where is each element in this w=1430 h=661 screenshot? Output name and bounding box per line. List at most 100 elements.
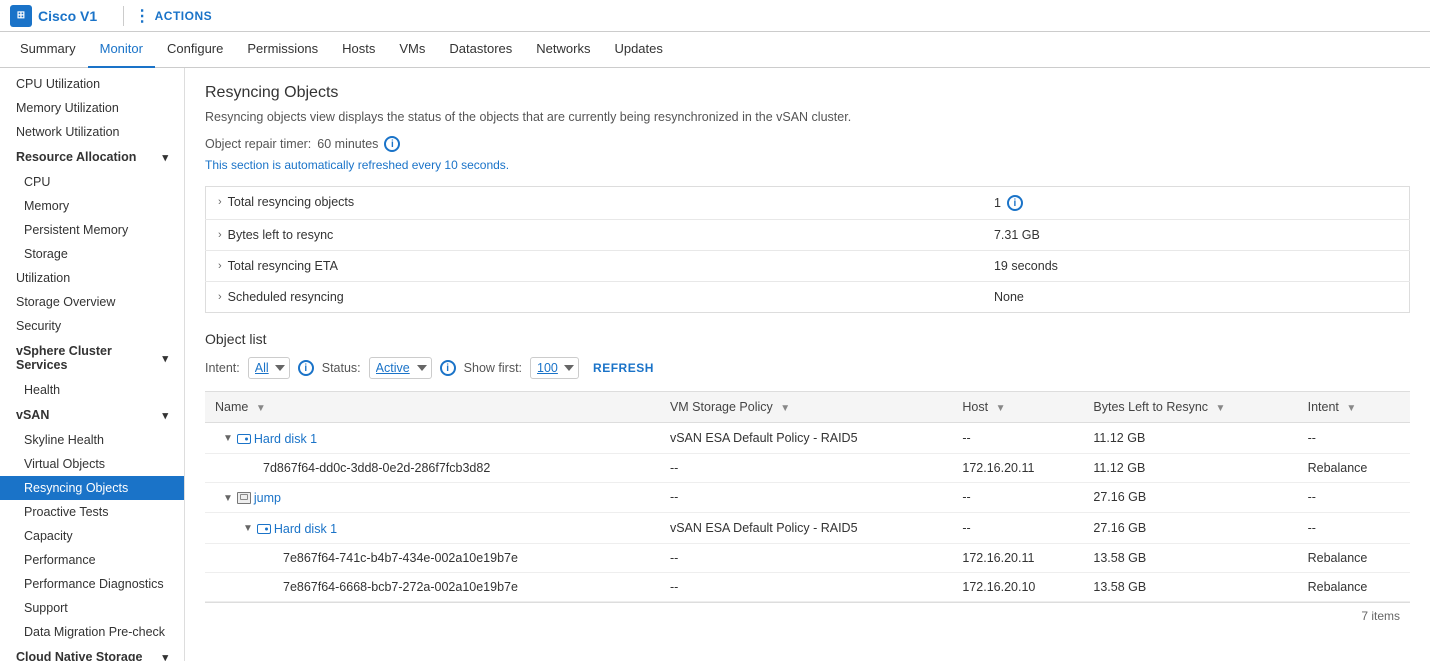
row-intent: Rebalance <box>1298 572 1410 601</box>
sidebar-item-memory-utilization[interactable]: Memory Utilization <box>0 96 184 120</box>
cisco-icon: ⊞ <box>10 5 32 27</box>
sidebar-section-cloud-native[interactable]: Cloud Native Storage ▾ <box>0 644 184 661</box>
object-list-title: Object list <box>205 331 1410 347</box>
sidebar-item-performance-diagnostics[interactable]: Performance Diagnostics <box>0 572 184 596</box>
tab-datastores[interactable]: Datastores <box>437 32 524 68</box>
sidebar-item-performance[interactable]: Performance <box>0 548 184 572</box>
summary-row-eta: › Total resyncing ETA 19 seconds <box>206 251 1410 282</box>
intent-select[interactable]: All <box>248 357 290 379</box>
expand-icon-0[interactable]: › <box>218 196 222 208</box>
tab-networks[interactable]: Networks <box>524 32 602 68</box>
sidebar-item-cpu[interactable]: CPU <box>0 170 184 194</box>
sort-icon-bytes[interactable]: ▼ <box>1216 403 1226 414</box>
row-bytes-left: 13.58 GB <box>1083 543 1297 572</box>
sidebar-item-storage-overview[interactable]: Storage Overview <box>0 290 184 314</box>
summary-row-value: 7.31 GB <box>982 220 1410 251</box>
sidebar-item-capacity[interactable]: Capacity <box>0 524 184 548</box>
page-description: Resyncing objects view displays the stat… <box>205 110 1410 124</box>
summary-label-2: Total resyncing ETA <box>228 259 338 273</box>
row-bytes-left: 13.58 GB <box>1083 572 1297 601</box>
value-text-1: 7.31 GB <box>994 228 1040 242</box>
row-name: ▼ Hard disk 1 <box>205 513 660 544</box>
row-intent: -- <box>1298 423 1410 454</box>
tab-summary[interactable]: Summary <box>8 32 88 68</box>
sidebar-item-cpu-utilization[interactable]: CPU Utilization <box>0 72 184 96</box>
sidebar-item-memory[interactable]: Memory <box>0 194 184 218</box>
sort-icon-intent[interactable]: ▼ <box>1346 403 1356 414</box>
tab-monitor[interactable]: Monitor <box>88 32 155 68</box>
row-intent: Rebalance <box>1298 543 1410 572</box>
row-name: ▼ jump <box>205 482 660 513</box>
sidebar-item-virtual-objects[interactable]: Virtual Objects <box>0 452 184 476</box>
tab-bar: Summary Monitor Configure Permissions Ho… <box>0 32 1430 68</box>
row-link-hdd2[interactable]: Hard disk 1 <box>274 522 337 536</box>
info-icon-repair[interactable]: i <box>384 136 400 152</box>
sort-icon-vmstorage[interactable]: ▼ <box>780 403 790 414</box>
main-content: Resyncing Objects Resyncing objects view… <box>185 68 1430 661</box>
sidebar-item-network-utilization[interactable]: Network Utilization <box>0 120 184 144</box>
row-name: 7e867f64-741c-b4b7-434e-002a10e19b7e <box>205 543 660 572</box>
tab-permissions[interactable]: Permissions <box>235 32 330 68</box>
summary-row-label: › Bytes left to resync <box>206 220 633 250</box>
table-header-row: Name ▼ VM Storage Policy ▼ Host ▼ Bytes … <box>205 392 1410 423</box>
row-vm-storage-policy: -- <box>660 543 952 572</box>
sidebar-section-vsphere-cluster[interactable]: vSphere Cluster Services ▾ <box>0 338 184 378</box>
sidebar-item-security[interactable]: Security <box>0 314 184 338</box>
status-select[interactable]: Active <box>369 357 432 379</box>
sidebar-item-support[interactable]: Support <box>0 596 184 620</box>
sidebar-section-resource-allocation[interactable]: Resource Allocation ▾ <box>0 144 184 170</box>
expand-row-icon-hdd2[interactable]: ▼ <box>243 523 253 534</box>
row-uuid-1: 7e867f64-741c-b4b7-434e-002a10e19b7e <box>283 551 518 565</box>
row-host: 172.16.20.11 <box>952 543 1083 572</box>
tab-vms[interactable]: VMs <box>387 32 437 68</box>
info-icon-0[interactable]: i <box>1007 195 1023 211</box>
row-uuid-0: 7d867f64-dd0c-3dd8-0e2d-286f7fcb3d82 <box>263 461 490 475</box>
tab-hosts[interactable]: Hosts <box>330 32 387 68</box>
row-host: 172.16.20.11 <box>952 453 1083 482</box>
expand-icon-1[interactable]: › <box>218 229 222 241</box>
sidebar-section-vsan[interactable]: vSAN ▾ <box>0 402 184 428</box>
row-name: 7d867f64-dd0c-3dd8-0e2d-286f7fcb3d82 <box>205 453 660 482</box>
expand-icon-2[interactable]: › <box>218 260 222 272</box>
sidebar-item-proactive-tests[interactable]: Proactive Tests <box>0 500 184 524</box>
resource-allocation-label: Resource Allocation <box>16 150 136 164</box>
expand-row-icon[interactable]: ▼ <box>223 433 233 444</box>
tab-configure[interactable]: Configure <box>155 32 235 68</box>
sort-icon-host[interactable]: ▼ <box>996 403 1006 414</box>
sidebar-item-resyncing-objects[interactable]: Resyncing Objects <box>0 476 184 500</box>
sidebar-item-data-migration[interactable]: Data Migration Pre-check <box>0 620 184 644</box>
value-text-2: 19 seconds <box>994 259 1058 273</box>
sidebar-item-utilization[interactable]: Utilization <box>0 266 184 290</box>
row-host: -- <box>952 423 1083 454</box>
actions-button[interactable]: ⋮ ACTIONS <box>134 6 212 26</box>
row-name: ▼ Hard disk 1 <box>205 423 660 454</box>
info-icon-intent[interactable]: i <box>298 360 314 376</box>
summary-row-value: 19 seconds <box>982 251 1410 282</box>
col-intent-label: Intent <box>1308 400 1339 414</box>
sidebar-item-skyline-health[interactable]: Skyline Health <box>0 428 184 452</box>
table-row: 7d867f64-dd0c-3dd8-0e2d-286f7fcb3d82 -- … <box>205 453 1410 482</box>
row-vm-storage-policy: vSAN ESA Default Policy - RAID5 <box>660 423 952 454</box>
summary-label-1: Bytes left to resync <box>228 228 334 242</box>
sort-icon-name[interactable]: ▼ <box>256 403 266 414</box>
row-bytes-left: 27.16 GB <box>1083 513 1297 544</box>
summary-label-3: Scheduled resyncing <box>228 290 344 304</box>
summary-row-bytes-left: › Bytes left to resync 7.31 GB <box>206 220 1410 251</box>
row-link-vm[interactable]: jump <box>254 491 281 505</box>
tab-updates[interactable]: Updates <box>602 32 674 68</box>
expand-row-icon-vm[interactable]: ▼ <box>223 493 233 504</box>
row-vm-storage-policy: vSAN ESA Default Policy - RAID5 <box>660 513 952 544</box>
info-icon-status[interactable]: i <box>440 360 456 376</box>
table-row: ▼ Hard disk 1 vSAN ESA Default Policy - … <box>205 423 1410 454</box>
row-bytes-left: 11.12 GB <box>1083 453 1297 482</box>
show-first-select[interactable]: 100 <box>530 357 579 379</box>
sidebar-item-health[interactable]: Health <box>0 378 184 402</box>
value-text-0: 1 <box>994 196 1001 210</box>
table-row: ▼ jump -- -- 27.16 GB -- <box>205 482 1410 513</box>
sidebar-item-persistent-memory[interactable]: Persistent Memory <box>0 218 184 242</box>
row-link[interactable]: Hard disk 1 <box>254 432 317 446</box>
refresh-button[interactable]: REFRESH <box>587 358 660 378</box>
table-row: 7e867f64-6668-bcb7-272a-002a10e19b7e -- … <box>205 572 1410 601</box>
sidebar-item-storage[interactable]: Storage <box>0 242 184 266</box>
expand-icon-3[interactable]: › <box>218 291 222 303</box>
